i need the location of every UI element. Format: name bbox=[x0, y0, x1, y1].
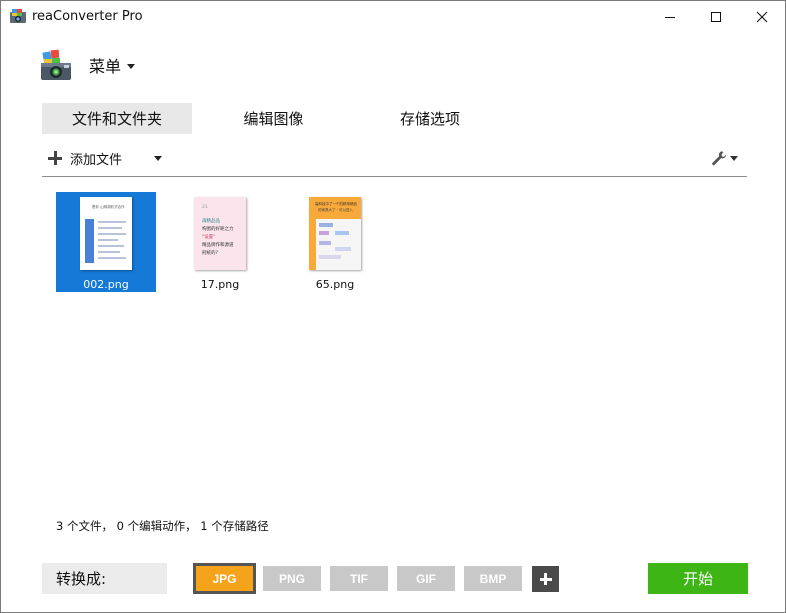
thumbnail-block bbox=[335, 231, 349, 235]
format-button-png[interactable]: PNG bbox=[263, 566, 321, 591]
thumbnail-sidebar-graphic bbox=[85, 219, 94, 263]
tab-edit-images[interactable]: 编辑图像 bbox=[192, 103, 355, 134]
minimize-icon bbox=[665, 16, 675, 18]
minimize-button[interactable] bbox=[647, 1, 693, 32]
plus-icon bbox=[48, 151, 62, 165]
thumbnail-caption: 高科技中了一个的精采精品 bbox=[315, 202, 357, 206]
add-format-button[interactable] bbox=[532, 566, 559, 592]
thumbnail-line bbox=[98, 257, 126, 259]
thumbnail-caption: 刑统的? bbox=[202, 251, 218, 256]
tab-files-and-folders[interactable]: 文件和文件夹 bbox=[42, 103, 192, 134]
file-name: 65.png bbox=[315, 278, 355, 291]
thumbnail-line bbox=[98, 245, 124, 247]
file-item[interactable]: 高科技中了一个的精采精品 的家具大了 · 可以进入 65.png bbox=[285, 192, 385, 292]
settings-button[interactable] bbox=[711, 149, 741, 167]
thumbnail-caption: "设置" bbox=[202, 235, 216, 240]
reaconverter-logo-icon bbox=[41, 49, 71, 80]
format-button-gif[interactable]: GIF bbox=[397, 566, 455, 591]
tab-bar: 文件和文件夹 编辑图像 存储选项 bbox=[42, 103, 505, 134]
files-toolbar: 添加文件 bbox=[42, 143, 747, 171]
format-button-tif[interactable]: TIF bbox=[330, 566, 388, 591]
maximize-icon bbox=[711, 11, 721, 22]
thumbnail-line bbox=[98, 239, 118, 241]
add-files-dropdown-caret-icon[interactable] bbox=[154, 156, 162, 161]
file-thumbnail: 21 再精品品 构图的好呢之力 "设置" 精品牌作和源道 刑统的? bbox=[194, 197, 246, 270]
status-summary: 3 个文件， 0 个编辑动作， 1 个存储路径 bbox=[56, 519, 269, 533]
start-button[interactable]: 开始 bbox=[648, 563, 748, 594]
close-icon bbox=[756, 11, 768, 22]
file-name: 002.png bbox=[83, 278, 129, 291]
main-menu-button[interactable]: 菜单 bbox=[39, 47, 136, 83]
format-button-bmp[interactable]: BMP bbox=[464, 566, 522, 591]
thumbnail-block bbox=[319, 223, 333, 227]
thumbnail-caption: 的家具大了 · 可以进入 bbox=[318, 208, 353, 212]
toolbar-divider bbox=[42, 176, 747, 177]
settings-dropdown-caret-icon bbox=[730, 155, 738, 161]
plus-icon bbox=[539, 573, 552, 585]
thumbnail-block bbox=[319, 241, 331, 245]
app-window: reaConverter Pro 菜单 文件和文件夹 编辑图像 存储选项 添加文… bbox=[0, 0, 786, 613]
thumbnail-caption: 精品牌作和源道 bbox=[202, 243, 234, 248]
maximize-button[interactable] bbox=[693, 1, 739, 32]
file-name: 17.png bbox=[200, 278, 240, 291]
thumbnail-caption: 再精品品 bbox=[202, 219, 220, 224]
thumbnail-caption: 21 bbox=[202, 205, 208, 210]
add-files-label: 添加文件 bbox=[70, 152, 123, 168]
title-bar: reaConverter Pro bbox=[1, 1, 785, 32]
thumbnail-line bbox=[98, 251, 120, 253]
thumbnail-caption: 是非 山明胡彩式合作 bbox=[92, 205, 125, 209]
file-thumbnail: 是非 山明胡彩式合作 bbox=[80, 197, 132, 270]
file-item[interactable]: 是非 山明胡彩式合作 002.png bbox=[56, 192, 156, 292]
window-title: reaConverter Pro bbox=[32, 9, 143, 24]
menu-label: 菜单 bbox=[89, 57, 122, 76]
add-files-button[interactable]: 添加文件 bbox=[48, 149, 123, 168]
convert-to-label: 转换成: bbox=[42, 563, 167, 594]
thumbnail-block bbox=[319, 255, 341, 259]
thumbnail-block bbox=[319, 231, 329, 235]
caret-down-icon bbox=[127, 64, 136, 69]
thumbnail-block bbox=[335, 247, 351, 251]
format-button-jpg[interactable]: JPG bbox=[193, 563, 256, 594]
thumbnail-line bbox=[98, 221, 126, 223]
app-icon bbox=[10, 9, 26, 23]
file-thumbnail: 高科技中了一个的精采精品 的家具大了 · 可以进入 bbox=[309, 197, 361, 270]
close-button[interactable] bbox=[739, 1, 785, 32]
file-item[interactable]: 21 再精品品 构图的好呢之力 "设置" 精品牌作和源道 刑统的? 17.png bbox=[170, 192, 270, 292]
thumbnail-caption: 构图的好呢之力 bbox=[202, 227, 234, 232]
wrench-icon bbox=[712, 151, 727, 166]
thumbnail-line bbox=[98, 233, 126, 235]
tab-saving-options[interactable]: 存储选项 bbox=[355, 103, 505, 134]
thumbnail-line bbox=[98, 227, 122, 229]
